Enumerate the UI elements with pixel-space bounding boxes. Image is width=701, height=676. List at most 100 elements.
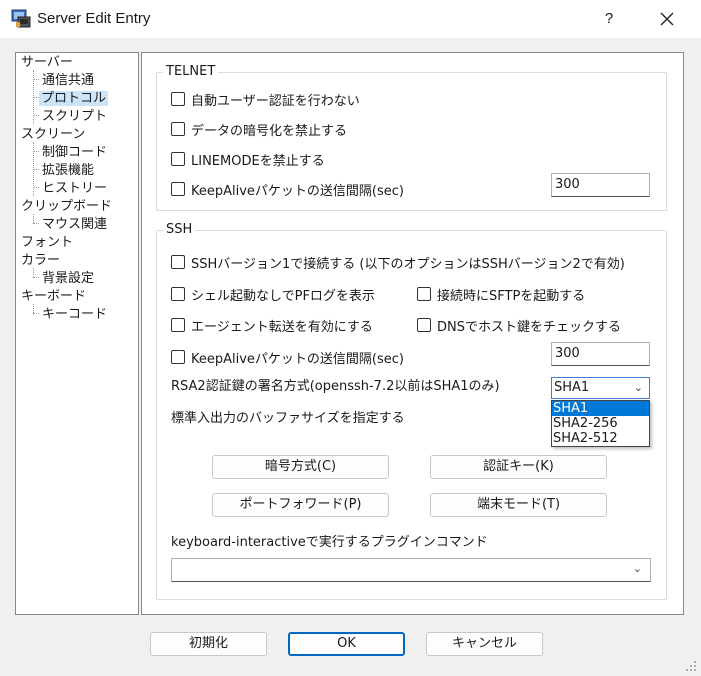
- checkbox-label: KeepAliveパケットの送信間隔(sec): [191, 351, 404, 367]
- resize-grip-icon[interactable]: [685, 660, 697, 672]
- checkbox-box[interactable]: [171, 318, 185, 332]
- category-tree[interactable]: サーバー 通信共通 プロトコル スクリプト スクリーン 制御コード 拡張機能 ヒ…: [15, 52, 139, 615]
- tree-item-label: スクリプト: [42, 109, 108, 124]
- ok-button[interactable]: OK: [288, 632, 405, 656]
- tree-item-mouse[interactable]: マウス関連: [42, 216, 107, 233]
- port-forward-button[interactable]: ポートフォワード(P): [212, 493, 389, 517]
- telnet-keepalive-checkbox[interactable]: KeepAliveパケットの送信間隔(sec): [171, 179, 404, 199]
- tree-item-background[interactable]: 背景設定: [42, 270, 94, 287]
- tree-connector: [33, 268, 34, 277]
- auth-key-button[interactable]: 認証キー(K): [430, 455, 607, 479]
- tree-item-script[interactable]: スクリプト: [42, 108, 107, 125]
- help-button[interactable]: ?: [586, 4, 632, 34]
- sftp-on-connect-checkbox[interactable]: 接続時にSFTPを起動する: [417, 284, 585, 304]
- checkbox-label: SSHバージョン1で接続する (以下のオプションはSSHバージョン2で有効): [191, 256, 625, 272]
- tree-connector: [33, 79, 39, 80]
- dropdown-option[interactable]: SHA1: [552, 401, 649, 416]
- tree-item-keycode[interactable]: キーコード: [42, 306, 107, 323]
- close-button[interactable]: [642, 4, 692, 34]
- tree-connector: [33, 187, 39, 188]
- tree-item-label: マウス関連: [42, 217, 108, 232]
- terminal-mode-button[interactable]: 端末モード(T): [430, 493, 607, 517]
- dns-host-key-checkbox[interactable]: DNSでホスト鍵をチェックする: [417, 315, 621, 335]
- checkbox-box[interactable]: [171, 122, 185, 136]
- window-title: Server Edit Entry: [37, 10, 151, 27]
- tree-connector: [33, 223, 39, 224]
- checkbox-box[interactable]: [171, 287, 185, 301]
- tree-item-label: サーバー: [21, 55, 73, 70]
- dropdown-option[interactable]: SHA2-512: [552, 431, 649, 446]
- checkbox-box[interactable]: [171, 182, 185, 196]
- kbd-interactive-combo[interactable]: ⌄: [171, 558, 651, 582]
- no-encryption-checkbox[interactable]: データの暗号化を禁止する: [171, 119, 347, 139]
- tree-item-label: スクリーン: [21, 127, 86, 142]
- tree-item-server[interactable]: サーバー: [21, 54, 73, 71]
- tree-item-label: 拡張機能: [42, 163, 95, 178]
- tree-item-font[interactable]: フォント: [21, 234, 73, 251]
- chevron-down-icon: ⌄: [633, 381, 643, 394]
- rsa-signature-value: SHA1: [554, 380, 590, 395]
- checkbox-box[interactable]: [171, 152, 185, 166]
- chevron-down-icon: ⌄: [632, 562, 642, 575]
- buffer-size-label: 標準入出力のバッファサイズを指定する: [171, 411, 405, 426]
- tree-item-label: キーボード: [21, 289, 87, 304]
- tree-item-label: 背景設定: [42, 271, 95, 286]
- tree-item-label: プロトコル: [39, 91, 109, 106]
- checkbox-label: DNSでホスト鍵をチェックする: [437, 319, 621, 335]
- tree-connector: [33, 313, 39, 314]
- tree-item-extensions[interactable]: 拡張機能: [42, 162, 94, 179]
- tree-item-control-code[interactable]: 制御コード: [42, 144, 107, 161]
- checkbox-box[interactable]: [171, 255, 185, 269]
- checkbox-label: シェル起動なしでPFログを表示: [191, 288, 375, 304]
- checkbox-label: 自動ユーザー認証を行わない: [191, 93, 360, 109]
- ssh-keepalive-input[interactable]: 300: [551, 342, 650, 366]
- no-linemode-checkbox[interactable]: LINEMODEを禁止する: [171, 149, 325, 169]
- protocol-panel: TELNET 自動ユーザー認証を行わない データの暗号化を禁止する LINEMO…: [141, 52, 684, 615]
- tree-item-label: クリップボード: [21, 199, 113, 214]
- tree-item-label: フォント: [21, 235, 74, 250]
- ssh1-checkbox[interactable]: SSHバージョン1で接続する (以下のオプションはSSHバージョン2で有効): [171, 252, 625, 272]
- checkbox-box[interactable]: [171, 350, 185, 364]
- title-bar: Server Edit Entry ?: [0, 0, 701, 38]
- tree-item-protocol[interactable]: プロトコル: [39, 90, 109, 107]
- tree-item-color[interactable]: カラー: [21, 252, 60, 269]
- app-icon: [11, 9, 31, 28]
- tree-connector: [33, 151, 39, 152]
- tree-connector: [33, 304, 34, 313]
- tree-item-label: 制御コード: [42, 145, 108, 160]
- tree-item-label: カラー: [21, 253, 61, 268]
- cancel-button[interactable]: キャンセル: [426, 632, 543, 656]
- dropdown-option[interactable]: SHA2-256: [552, 416, 649, 431]
- tree-connector: [33, 115, 39, 116]
- tree-connector: [33, 169, 39, 170]
- checkbox-box[interactable]: [417, 287, 431, 301]
- close-icon: [660, 12, 674, 26]
- tree-item-screen[interactable]: スクリーン: [21, 126, 85, 143]
- tree-item-label: ヒストリー: [42, 181, 108, 196]
- pf-log-checkbox[interactable]: シェル起動なしでPFログを表示: [171, 284, 375, 304]
- reset-button[interactable]: 初期化: [150, 632, 267, 656]
- tree-item-history[interactable]: ヒストリー: [42, 180, 107, 197]
- ssh-keepalive-checkbox[interactable]: KeepAliveパケットの送信間隔(sec): [171, 347, 404, 367]
- tree-item-keyboard[interactable]: キーボード: [21, 288, 86, 305]
- checkbox-box[interactable]: [417, 318, 431, 332]
- telnet-keepalive-input[interactable]: 300: [551, 173, 650, 197]
- rsa-signature-dropdown[interactable]: SHA1 SHA2-256 SHA2-512: [551, 400, 650, 447]
- checkbox-box[interactable]: [171, 92, 185, 106]
- cipher-button[interactable]: 暗号方式(C): [212, 455, 389, 479]
- rsa-signature-label: RSA2認証鍵の署名方式(openssh-7.2以前はSHA1のみ): [171, 379, 500, 394]
- telnet-group-title: TELNET: [163, 64, 219, 80]
- agent-forward-checkbox[interactable]: エージェント転送を有効にする: [171, 315, 373, 335]
- no-auto-auth-checkbox[interactable]: 自動ユーザー認証を行わない: [171, 89, 360, 109]
- tree-item-clipboard[interactable]: クリップボード: [21, 198, 112, 215]
- tree-item-label: キーコード: [42, 307, 108, 322]
- rsa-signature-select[interactable]: SHA1 ⌄: [551, 377, 650, 399]
- tree-item-label: 通信共通: [42, 73, 95, 88]
- checkbox-label: 接続時にSFTPを起動する: [437, 288, 586, 304]
- checkbox-label: KeepAliveパケットの送信間隔(sec): [191, 183, 404, 199]
- checkbox-label: LINEMODEを禁止する: [191, 153, 325, 169]
- kbd-interactive-label: keyboard-interactiveで実行するプラグインコマンド: [171, 535, 488, 550]
- tree-item-comm-common[interactable]: 通信共通: [42, 72, 94, 89]
- tree-connector: [33, 214, 34, 223]
- checkbox-label: データの暗号化を禁止する: [191, 123, 348, 139]
